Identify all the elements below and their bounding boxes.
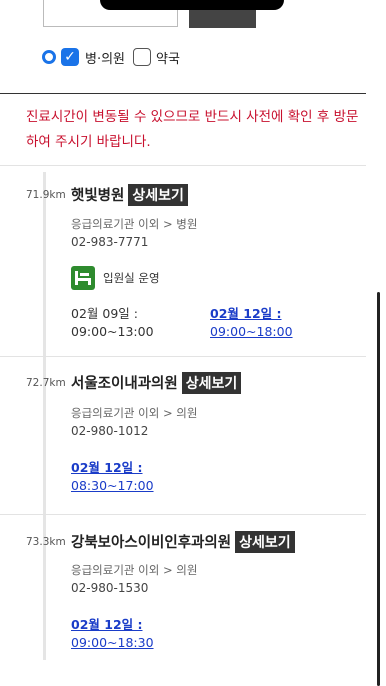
feature-label: 입원실 운영	[103, 271, 160, 285]
hospital-clinic-label: 병·의원	[85, 51, 126, 67]
facility-name-text[interactable]: 강북보아스이비인후과의원	[71, 535, 231, 551]
hours-time[interactable]: 09:00~18:00	[210, 323, 293, 341]
facility-name-text[interactable]: 서울조이내과의원	[71, 376, 178, 392]
device-notch	[100, 0, 284, 10]
timeline-line	[43, 172, 46, 660]
hours-entry-link[interactable]: 02월 12일 : 09:00~18:00	[210, 305, 293, 341]
category: 응급의료기관 이외 > 의원	[71, 563, 198, 577]
facility-name: 강북보아스이비인후과의원 상세보기	[71, 531, 295, 553]
radio-selected-icon[interactable]	[42, 50, 56, 64]
hours-date[interactable]: 02월 12일 :	[71, 459, 154, 477]
notice-text: 진료시간이 변동될 수 있으므로 반드시 사전에 확인 후 방문하여 주시기 바…	[26, 109, 359, 150]
category: 응급의료기관 이외 > 병원	[71, 217, 198, 231]
scrollbar[interactable]	[377, 292, 380, 686]
hours-entry: 02월 09일 : 09:00~13:00	[71, 305, 154, 341]
detail-button[interactable]: 상세보기	[181, 372, 242, 394]
facility-name-text[interactable]: 햇빛병원	[71, 188, 124, 204]
phone[interactable]: 02-980-1012	[71, 424, 148, 438]
hours-entry-link[interactable]: 02월 12일 : 08:30~17:00	[71, 459, 154, 495]
bed-icon	[71, 266, 95, 290]
divider	[0, 514, 366, 515]
feature-badge: 입원실 운영	[71, 266, 160, 290]
hours-date[interactable]: 02월 12일 :	[71, 616, 154, 634]
distance: 73.3km	[26, 536, 66, 548]
divider	[0, 356, 366, 357]
facility-name: 햇빛병원 상세보기	[71, 184, 188, 206]
distance: 71.9km	[26, 189, 66, 201]
pharmacy-label: 약국	[156, 51, 180, 67]
hours-entry-link[interactable]: 02월 12일 : 09:00~18:30	[71, 616, 154, 652]
hours-time[interactable]: 08:30~17:00	[71, 477, 154, 495]
hours-date[interactable]: 02월 12일 :	[210, 305, 293, 323]
hours-time[interactable]: 09:00~18:30	[71, 634, 154, 652]
hospital-clinic-checkbox[interactable]: ✓	[61, 48, 79, 66]
detail-button[interactable]: 상세보기	[235, 531, 295, 553]
hours-date: 02월 09일 :	[71, 306, 138, 321]
phone[interactable]: 02-980-1530	[71, 581, 148, 595]
phone[interactable]: 02-983-7771	[71, 235, 148, 249]
divider	[0, 165, 366, 166]
category: 응급의료기관 이외 > 의원	[71, 406, 198, 420]
hours-time: 09:00~13:00	[71, 324, 154, 339]
distance: 72.7km	[26, 377, 66, 389]
pharmacy-checkbox[interactable]	[133, 48, 152, 66]
divider	[0, 93, 366, 94]
filter-row: ✓ 병·의원 약국	[42, 46, 180, 68]
facility-name: 서울조이내과의원 상세보기	[71, 372, 242, 394]
detail-button[interactable]: 상세보기	[128, 184, 188, 206]
